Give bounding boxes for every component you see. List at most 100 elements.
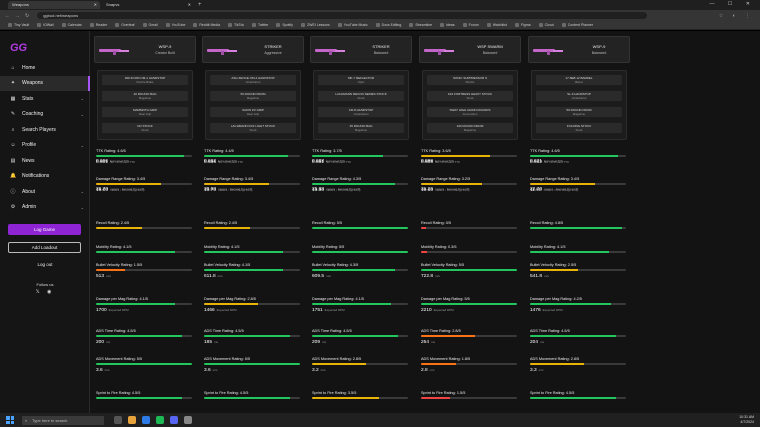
sidebar-item-admin[interactable]: ⚙ Admin ⌄	[0, 200, 90, 216]
chevron-down-icon[interactable]: ⌄	[81, 205, 84, 210]
sidebar-item-profile[interactable]: ☺ Profile ⌄	[0, 138, 90, 154]
sidebar-item-stats[interactable]: ▦ Stats ⌄	[0, 91, 90, 107]
close-tab-icon[interactable]: ✕	[188, 1, 191, 9]
attachment-item[interactable]: LACHMANN RECON SERIES STOCK Stock	[318, 91, 404, 101]
forward-icon[interactable]: →	[15, 13, 20, 19]
attachment-item[interactable]: 309 ZOOM OM-4 HANDSTOP Muzzle Brake	[102, 75, 188, 85]
weapon-image	[207, 47, 237, 55]
bookmark-item[interactable]: Forum	[462, 23, 479, 27]
attachment-item[interactable]: SWAY HIGH GRAIN ROUNDS Ammunition	[427, 107, 513, 117]
settings-icon[interactable]	[184, 416, 192, 424]
bookmark-item[interactable]: Gmail	[142, 23, 158, 27]
tab-weapons[interactable]: Weapons ✕	[8, 1, 100, 9]
extension-icons[interactable]: ☆ ◐ ⋮	[719, 13, 754, 19]
weapon-card[interactable]: STRIKER Balanced	[310, 36, 412, 63]
stat-unit: m/s	[429, 368, 435, 372]
logo[interactable]: GG	[10, 42, 27, 54]
attachment-item[interactable]: ASG ZEOCE OM-4 HANDSTOP Underbarrel	[210, 75, 296, 85]
sidebar-item-icon: ▤	[10, 157, 16, 164]
bookmark-item[interactable]: Twitter	[252, 23, 268, 27]
stat-label: Damage Range Rating: 4.3/5	[312, 177, 362, 181]
reload-icon[interactable]: ↻	[25, 13, 29, 19]
bookmark-item[interactable]: Tiny Vault	[8, 23, 29, 27]
spotify-icon[interactable]	[156, 416, 164, 424]
attachment-item[interactable]: 17-5EB 12 BARREL Barrel	[536, 75, 622, 85]
attachment-item[interactable]: FOLDING STOCK Stock	[536, 123, 622, 133]
sidebar-item-news[interactable]: ▤ News	[0, 153, 90, 169]
attachment-item[interactable]: 50 ROUND DRUM Magazine	[536, 107, 622, 117]
close-tab-icon[interactable]: ✕	[94, 1, 97, 9]
window-controls[interactable]: — ☐ ✕	[710, 1, 756, 7]
sidebar-item-weapons[interactable]: ✦ Weapons	[0, 75, 90, 91]
bookmark-item[interactable]: Watchlist	[486, 23, 507, 27]
chevron-down-icon[interactable]: ⌄	[81, 143, 84, 148]
sidebar-item-notifications[interactable]: 🔔 Notifications	[0, 169, 90, 185]
stat-row: 31.26 meters - Second Drop Off	[419, 187, 521, 217]
weapon-card[interactable]: WSP-9 Balanced	[528, 36, 630, 63]
rating-bar-fill	[204, 251, 283, 253]
add-loadout-button[interactable]: Add Loadout	[8, 242, 81, 253]
weapon-card[interactable]: WSP SWARM Balanced	[419, 36, 521, 63]
rating-bar	[530, 251, 626, 253]
attachment-item[interactable]: SAKIN ZX GRIP Rear Grip	[210, 107, 296, 117]
file-explorer-icon[interactable]	[128, 416, 136, 424]
sidebar-item-home[interactable]: ⌂ Home	[0, 60, 90, 76]
sidebar-item-about[interactable]: ⓘ About ⌄	[0, 184, 90, 200]
attachment-item[interactable]: 50 ROUND DRUM Magazine	[210, 91, 296, 101]
chevron-down-icon[interactable]: ⌄	[81, 96, 84, 101]
attachment-item[interactable]: SL-9 HANDSTOP Underbarrel	[536, 91, 622, 101]
attachment-item[interactable]: LACHMANN RX2 LIGHT STOCK Stock	[210, 123, 296, 133]
discord-icon[interactable]	[170, 416, 178, 424]
chevron-down-icon[interactable]: ⌄	[81, 189, 84, 194]
bookmark-item[interactable]: Reddit Media	[193, 23, 220, 27]
system-tray-clock[interactable]: 10:31 AM 4/7/2024	[739, 415, 754, 425]
bookmark-label: Docs Editing	[381, 23, 402, 27]
attachment-item[interactable]: 45 ROUND MAG Magazine	[318, 123, 404, 133]
chrome-icon[interactable]	[142, 416, 150, 424]
attachment-item[interactable]: SONIC SUPPRESSOR S Muzzle	[427, 75, 513, 85]
back-icon[interactable]: ←	[5, 13, 10, 19]
social-icons[interactable]: 𝕏 ◉	[0, 289, 90, 295]
bookmark-item[interactable]: Ideas	[440, 23, 455, 27]
stat-value: 185 ms	[204, 340, 218, 345]
bookmark-item[interactable]: Spotify	[276, 23, 293, 27]
new-tab-icon[interactable]: +	[198, 2, 202, 8]
rating-bar-fill	[204, 303, 258, 305]
attachment-item[interactable]: MAMMOTH GRIP Rear Grip	[102, 107, 188, 117]
bookmark-item[interactable]: YouTube	[165, 23, 185, 27]
attachment-item[interactable]: 40 ROUND MAG Magazine	[102, 91, 188, 101]
log-game-button[interactable]: Log Game	[8, 224, 81, 235]
rating-bar	[530, 363, 626, 365]
bookmark-item[interactable]: TikTok	[228, 23, 244, 27]
bookmark-item[interactable]: Streamline	[409, 23, 432, 27]
chevron-down-icon[interactable]: ⌄	[81, 112, 84, 117]
logout-link[interactable]: Log out	[0, 262, 90, 267]
bookmark-item[interactable]: ZWEI Lessons	[301, 23, 330, 27]
bookmark-item[interactable]: Overleaf	[115, 23, 135, 27]
bookmark-item[interactable]: Figma	[514, 23, 531, 27]
attachment-item[interactable]: F22 FORTRESS HEAVY STOCK Stock	[427, 91, 513, 101]
bookmark-item[interactable]: Cloud	[538, 23, 554, 27]
sidebar-item-search-players[interactable]: ⌕ Search Players	[0, 122, 90, 138]
taskbar-search-input[interactable]: ⌕ Type here to search	[22, 415, 104, 425]
tab-snapvs[interactable]: Snapvs ✕	[102, 1, 194, 9]
rating-bar	[421, 363, 517, 365]
attachment-item[interactable]: CR-8 HANDSTOP Underbarrel	[318, 107, 404, 117]
attachment-item[interactable]: MK-7 REFLECTOR Optic	[318, 75, 404, 85]
attachment-item[interactable]: 100 ROUND DRUM Magazine	[427, 123, 513, 133]
weapon-card[interactable]: WSP-9 Creator Built	[94, 36, 196, 63]
sidebar-item-coaching[interactable]: ✎ Coaching ⌄	[0, 107, 90, 123]
bookmark-item[interactable]: Reader	[89, 23, 107, 27]
task-view-icon[interactable]	[114, 416, 122, 424]
stat-unit: m/s	[544, 274, 549, 278]
bookmark-item[interactable]: Calendar	[61, 23, 82, 27]
bookmark-item[interactable]: Content Planner	[561, 23, 593, 27]
bookmark-item[interactable]: Docs Editing	[375, 23, 402, 27]
stat-number: 1466	[204, 308, 215, 313]
url-input[interactable]: ggbud.net/weapons	[37, 12, 648, 19]
windows-start-icon[interactable]	[6, 416, 14, 424]
bookmark-item[interactable]: YouTube Music	[337, 23, 368, 27]
attachment-item[interactable]: NO STOCK Stock	[102, 123, 188, 133]
weapon-card[interactable]: STRIKER Aggressive	[202, 36, 304, 63]
bookmark-item[interactable]: IOWall	[37, 23, 54, 27]
